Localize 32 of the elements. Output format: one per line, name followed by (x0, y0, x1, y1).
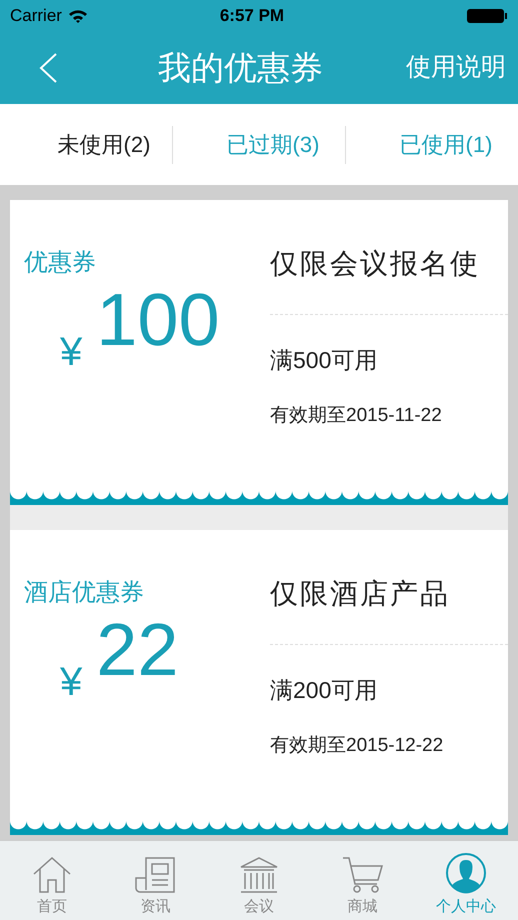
coupon-amount: 100 (96, 280, 220, 360)
coupon-condition: 满500可用 (270, 346, 378, 375)
currency-symbol: ¥ (60, 659, 82, 706)
coupon-name: 优惠券 (24, 248, 97, 278)
currency-symbol: ¥ (60, 329, 82, 376)
battery-icon (466, 8, 508, 24)
cart-icon (342, 856, 384, 894)
newspaper-icon (134, 856, 176, 894)
coupon-amount: 22 (96, 610, 179, 690)
avatar-icon (445, 852, 488, 894)
house-icon (32, 856, 72, 894)
tab-bar-item[interactable]: 首页 (0, 844, 104, 918)
carrier-label: Carrier (10, 5, 62, 28)
clock-time: 6:57 PM (218, 5, 286, 28)
wifi-icon (68, 9, 88, 23)
validity-date: 有效期至2015-11-22 (270, 404, 443, 428)
tab-bar-item[interactable]: 商城 (310, 844, 414, 918)
page-title: 我的优惠券 (158, 48, 323, 88)
filter-tab[interactable]: 已过期(3) (198, 128, 320, 161)
tab-bar-item[interactable]: 会议 (207, 844, 311, 918)
coupon-name: 酒店优惠券 (24, 578, 145, 608)
validity-date: 有效期至2015-12-22 (270, 734, 444, 758)
coupon-title: 仅限酒店产品 (270, 577, 451, 611)
back-icon (38, 52, 58, 84)
building-icon (238, 856, 279, 894)
filter-tab[interactable]: 未使用(2) (22, 128, 150, 161)
tab-bar-item[interactable]: 资讯 (104, 844, 208, 918)
coupon-title: 仅限会议报名使 (270, 247, 481, 281)
filter-tab[interactable]: 已使用(1) (372, 128, 492, 161)
usage-guide-button[interactable]: 使用说明 (406, 49, 506, 87)
coupon-condition: 满200可用 (270, 676, 378, 705)
tab-bar-item[interactable]: 个人中心 (414, 844, 518, 918)
